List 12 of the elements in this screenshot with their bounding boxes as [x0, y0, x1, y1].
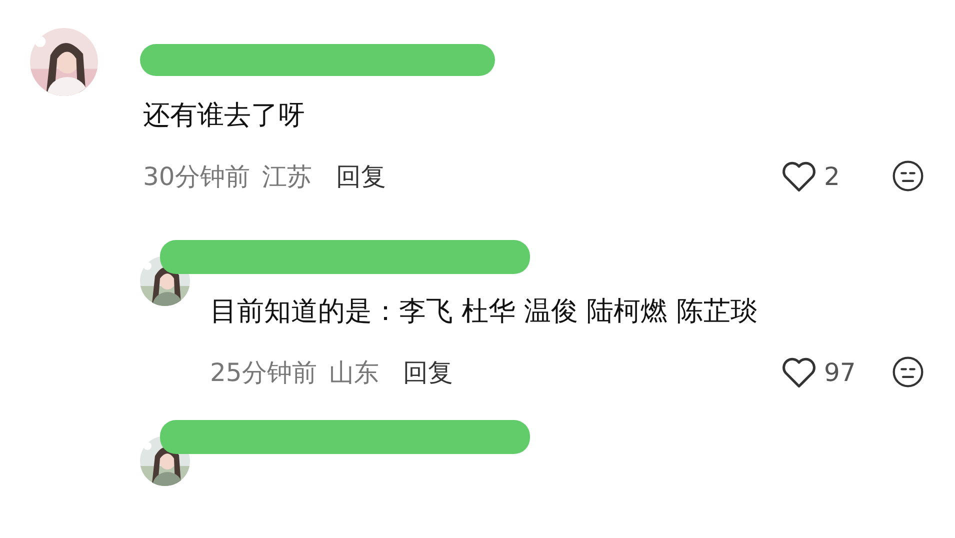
reply-link[interactable]: 回复 — [336, 160, 386, 192]
reply-link[interactable]: 回复 — [402, 356, 453, 388]
location: 江苏 — [262, 160, 312, 192]
like-count: 2 — [824, 162, 841, 190]
comment-text: 目前知道的是：李飞 杜华 温俊 陆柯燃 陈芷琰 — [210, 295, 758, 329]
timestamp: 30分钟前 — [143, 160, 250, 192]
face-icon[interactable] — [891, 159, 925, 193]
timestamp: 25分钟前 — [210, 356, 317, 388]
face-icon[interactable] — [891, 355, 925, 389]
location: 山东 — [328, 356, 379, 388]
like-count: 97 — [824, 358, 857, 386]
comment-text: 还有谁去了呀 — [143, 99, 306, 133]
